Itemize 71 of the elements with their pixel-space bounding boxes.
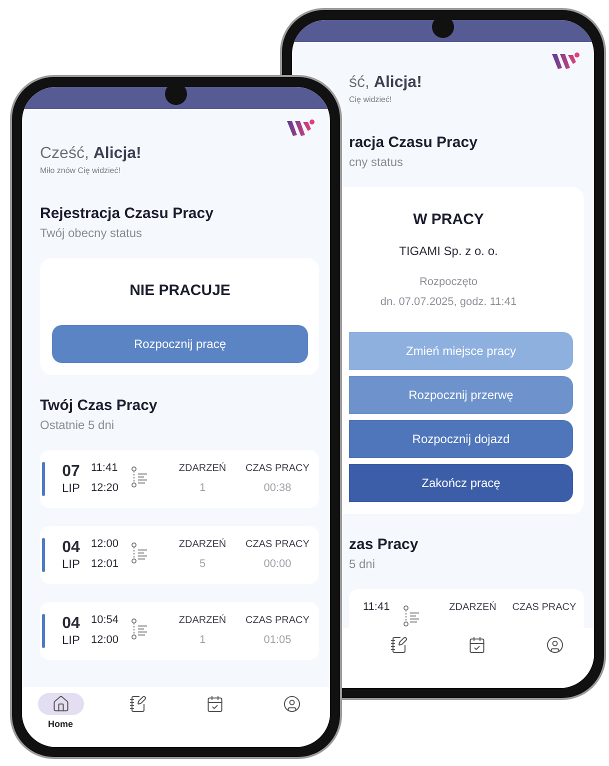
section-subtitle: cny status [349, 155, 404, 169]
month-label: LIP [62, 633, 80, 647]
events-label: ZDARZEŃ [178, 615, 226, 626]
start-time: 11:41 [91, 462, 119, 474]
work-day-card[interactable]: 11:41 ZDARZEŃ CZAS PRACY [349, 589, 584, 628]
section-subtitle: 5 dni [349, 557, 376, 571]
section-subtitle: Ostatnie 5 dni [40, 418, 116, 432]
end-time: 12:20 [91, 482, 120, 494]
camera-hole [165, 87, 187, 105]
action-button[interactable]: Rozpocznij dojazd [349, 420, 573, 458]
work-time-label: CZAS PRACY [246, 615, 310, 626]
section-title: Rejestracja Czasu Pracy [40, 205, 214, 222]
greeting: ść, Alicja! [349, 74, 423, 92]
day-marker [42, 538, 45, 572]
logo-icon [287, 119, 315, 137]
profile-icon [282, 695, 300, 713]
events-label: ZDARZEŃ [178, 463, 226, 474]
section-title: racja Czasu Pracy [349, 134, 478, 151]
start-time: 11:41 [363, 601, 391, 613]
notebook-icon [390, 636, 408, 654]
greeting-subtitle: Cię widzieć! [349, 95, 393, 104]
nav-label: Home [48, 719, 73, 729]
company-name: TIGAMI Sp. z o. o. [399, 244, 498, 258]
timeline-icon [131, 618, 149, 640]
work-day-card[interactable]: 07 LIP 11:41 12:20 ZDARZEŃ 1 CZAS PRACY 00:38 [40, 450, 319, 508]
work-time-value: 00:00 [264, 558, 292, 570]
day-number: 04 [62, 539, 80, 557]
month-label: LIP [62, 557, 80, 571]
day-number: 04 [62, 615, 80, 633]
notebook-icon [128, 695, 146, 713]
work-time-label: CZAS PRACY [246, 539, 310, 550]
start-time: 12:00 [91, 538, 120, 550]
timeline-icon [131, 466, 149, 488]
work-time-label: CZAS PRACY [512, 602, 576, 613]
status-title: W PRACY [413, 211, 484, 228]
action-button[interactable]: Rozpocznij przerwę [349, 376, 573, 414]
calendar-icon [468, 636, 486, 654]
profile-icon [546, 636, 564, 654]
month-label: LIP [62, 481, 80, 495]
section-title: zas Pracy [349, 536, 420, 553]
action-button[interactable]: Rozpocznij pracę [52, 325, 308, 363]
end-time: 12:01 [91, 558, 120, 570]
day-marker [42, 614, 45, 648]
greeting: Cześć, Alicja! [40, 145, 142, 163]
work-time-value: 00:38 [264, 482, 292, 494]
day-marker [42, 462, 45, 496]
events-count: 1 [199, 634, 206, 646]
greeting-subtitle: Miło znów Cię widzieć! [40, 166, 122, 175]
end-time: 12:00 [91, 634, 120, 646]
work-time-value: 01:05 [264, 634, 292, 646]
work-day-card[interactable]: 04 LIP 12:00 12:01 ZDARZEŃ 5 CZAS PRACY 00:00 [40, 526, 319, 584]
section-title: Twój Czas Pracy [40, 397, 158, 414]
section-subtitle: Twój obecny status [40, 226, 144, 240]
events-count: 1 [199, 482, 206, 494]
status-title: NIE PRACUJE [130, 282, 230, 299]
camera-hole [432, 20, 454, 38]
day-number: 07 [62, 463, 80, 481]
calendar-icon [206, 695, 224, 713]
logo-icon [552, 52, 580, 70]
work-day-card[interactable]: 04 LIP 10:54 12:00 ZDARZEŃ 1 CZAS PRACY 01:05 [40, 602, 319, 660]
events-label: ZDARZEŃ [178, 539, 226, 550]
action-button[interactable]: Zakończ pracę [349, 464, 573, 502]
events-count: 5 [199, 558, 206, 570]
start-time: 10:54 [91, 614, 120, 626]
timeline-icon [131, 542, 149, 564]
timeline-icon [403, 604, 421, 626]
nav-button[interactable] [38, 693, 84, 715]
work-time-label: CZAS PRACY [246, 463, 310, 474]
start-info: Rozpoczęto dn. 07.07.2025, godz. 11:41 [380, 275, 517, 310]
home-icon [52, 695, 70, 713]
events-label: ZDARZEŃ [449, 602, 496, 613]
